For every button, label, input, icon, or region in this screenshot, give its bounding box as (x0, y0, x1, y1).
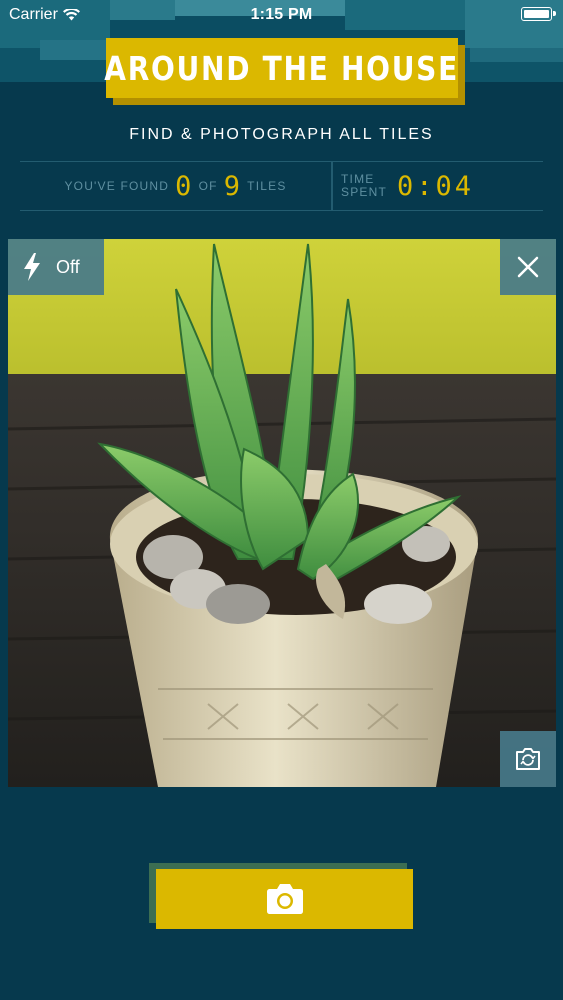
stats-divider (331, 162, 333, 210)
time-spent-value: 0:04 (397, 170, 475, 202)
flash-status-label: Off (56, 256, 80, 277)
page-subtitle: FIND & PHOTOGRAPH ALL TILES (129, 126, 434, 143)
camera-preview-image (8, 239, 556, 787)
found-counter: YOU'VE FOUND 0 OF 9 TILES (20, 162, 331, 210)
title-banner: AROUND THE HOUSE (104, 38, 460, 98)
camera-icon (266, 884, 303, 914)
page-title: AROUND THE HOUSE (104, 48, 460, 88)
status-time: 1:15 PM (250, 6, 313, 23)
time-spent-label: TIME SPENT (341, 173, 387, 199)
time-counter: TIME SPENT 0:04 (341, 162, 543, 210)
battery-icon (521, 7, 556, 21)
lightning-bolt-icon (24, 253, 40, 281)
found-prefix-label: YOU'VE FOUND (64, 179, 170, 193)
close-icon (517, 256, 539, 278)
total-count: 9 (223, 170, 242, 202)
status-bar: Carrier 1:15 PM (0, 0, 563, 30)
header-area: Carrier 1:15 PM AROUND THE HOUSE FIND & … (0, 0, 563, 232)
stats-bar: YOU'VE FOUND 0 OF 9 TILES TIME SPENT 0:0… (20, 161, 543, 211)
shutter-button[interactable] (156, 869, 413, 929)
tiles-label: TILES (247, 179, 287, 193)
switch-camera-button[interactable] (500, 731, 556, 787)
camera-switch-icon (516, 748, 540, 770)
found-count: 0 (175, 170, 193, 202)
time-label-line2: SPENT (341, 185, 388, 199)
of-label: OF (198, 179, 218, 193)
flash-toggle-button[interactable]: Off (8, 239, 104, 295)
camera-viewfinder[interactable] (8, 239, 556, 787)
close-button[interactable] (500, 239, 556, 295)
